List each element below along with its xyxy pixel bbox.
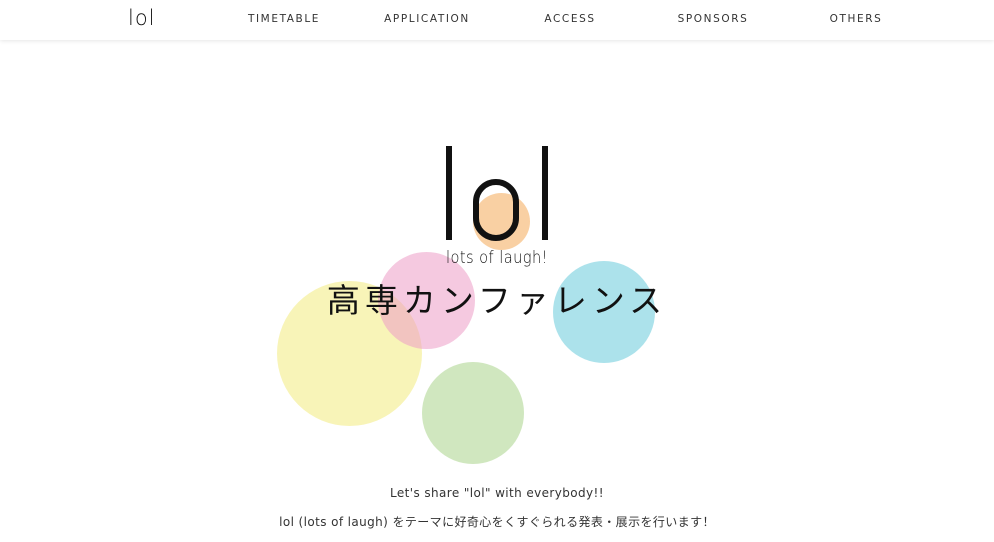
hero-section: lots of laugh! 高専カンファレンス Let's share "lo… (0, 40, 994, 542)
nav-logo[interactable]: lol (128, 6, 156, 30)
nav-link-others[interactable]: OTHERS (830, 13, 883, 25)
tagline-english: Let's share "lol" with everybody!! (390, 486, 604, 500)
nav-link-sponsors[interactable]: SPONSORS (678, 13, 749, 25)
hero-subtitle: lots of laugh! (446, 248, 548, 268)
nav-link-access[interactable]: ACCESS (544, 13, 595, 25)
tagline-japanese: lol (lots of laugh) をテーマに好奇心をくすぐられる発表・展示… (279, 515, 715, 529)
tagline-cutoff: ・・・・・・・・ (0, 537, 994, 542)
decorative-circle-green (422, 362, 524, 464)
hero-title: 高専カンファレンス (326, 281, 668, 320)
hero-logo (441, 132, 553, 244)
nav-link-application[interactable]: APPLICATION (384, 13, 470, 25)
top-navbar: lol TIMETABLE APPLICATION ACCESS SPONSOR… (0, 0, 994, 40)
nav-link-timetable[interactable]: TIMETABLE (248, 13, 320, 25)
